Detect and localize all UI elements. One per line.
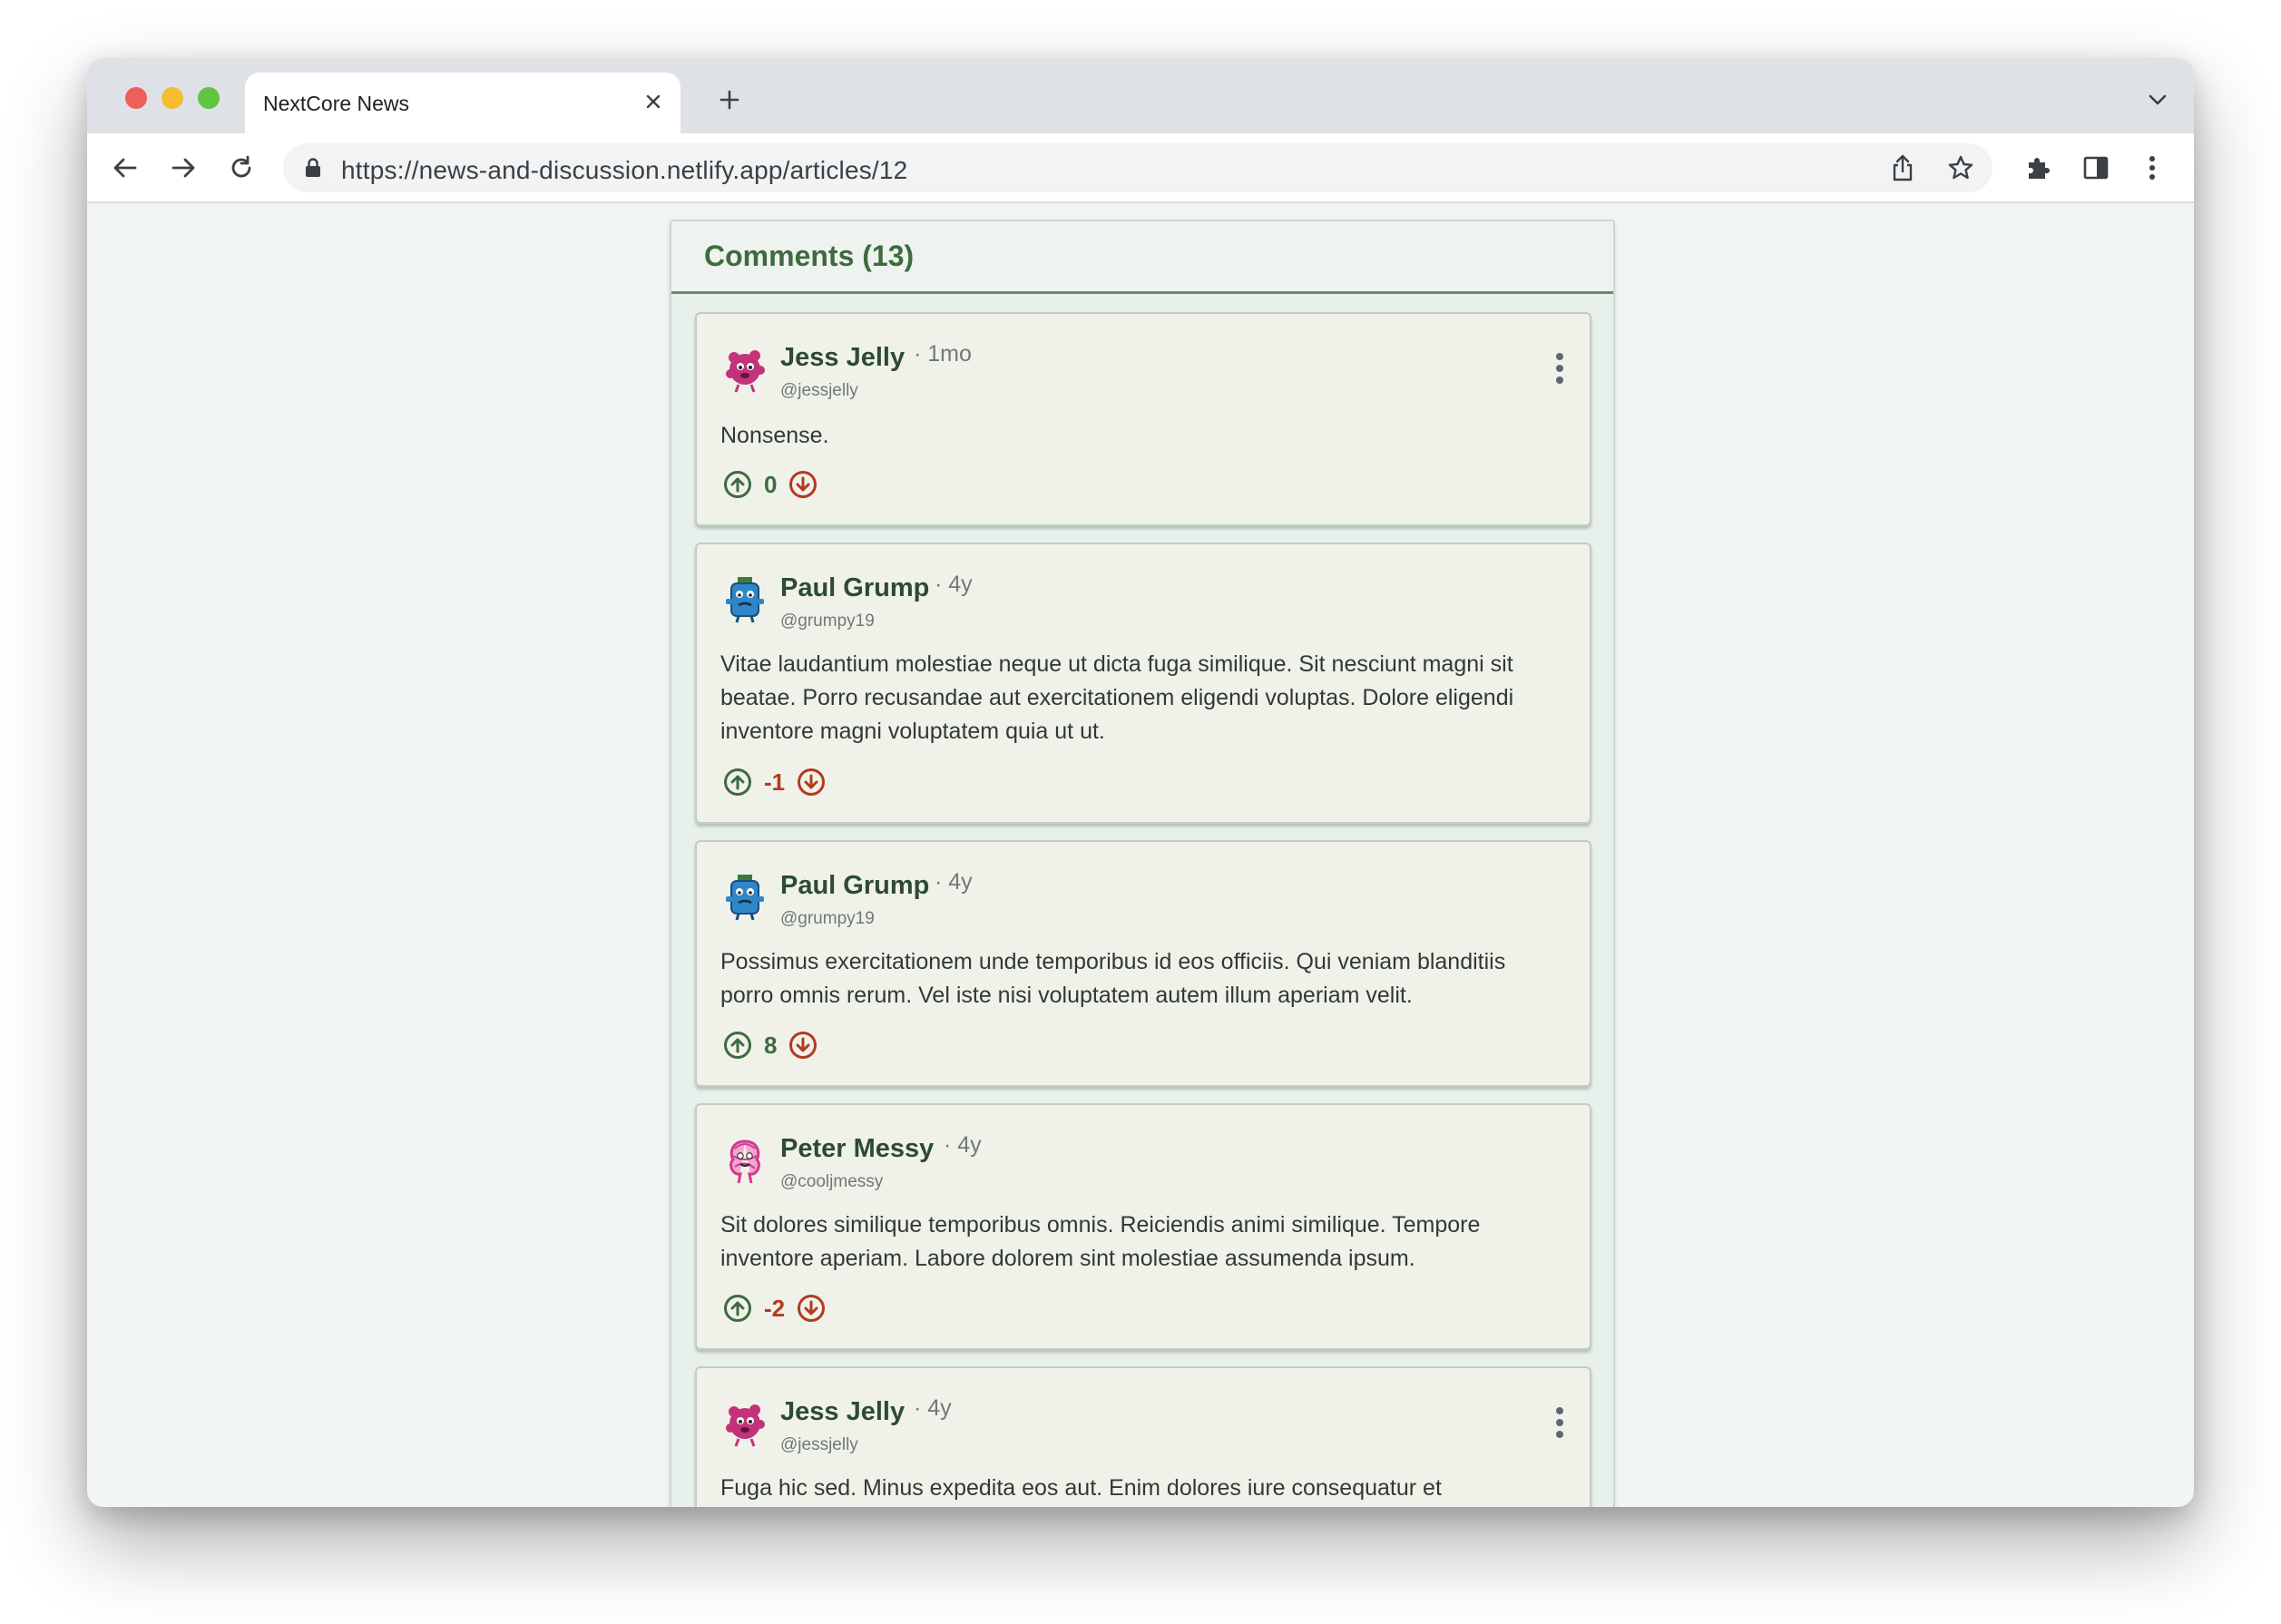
downvote-icon[interactable] [788,1030,818,1061]
vote-score: -1 [764,768,786,796]
browser-toolbar: https://news-and-discussion.netlify.app/… [87,133,2194,203]
tab-close-icon[interactable] [639,87,668,116]
comment-time: · 1mo [914,341,972,367]
back-arrow-icon[interactable] [107,150,143,186]
comment-handle: @cooljmessy [780,1172,884,1191]
vote-score: 0 [764,470,778,498]
tab-strip: NextCore News [87,58,2194,133]
address-bar[interactable]: https://news-and-discussion.netlify.app/… [283,143,1992,192]
comment-card: Jess Jelly · 1mo @jessjelly Nonsense. 0 [695,312,1591,526]
close-window-button[interactable] [125,87,147,109]
comment-handle: @jessjelly [780,1435,858,1454]
side-panel-icon[interactable] [2078,150,2114,186]
blue-character-avatar-icon [726,577,764,623]
comment-author[interactable]: Paul Grump [780,871,929,901]
vote-controls: 8 [722,1029,818,1061]
vote-score: 8 [764,1031,778,1059]
comment-card: Paul Grump · 4y @grumpy19 Vitae laudanti… [695,543,1591,824]
comment-handle: @jessjelly [780,381,858,400]
comment-card: Peter Messy · 4y @cooljmessy Sit dolores… [695,1103,1591,1350]
comment-handle: @grumpy19 [780,611,875,631]
vote-controls: -2 [722,1292,827,1325]
upvote-icon[interactable] [722,767,753,797]
share-icon[interactable] [1885,151,1920,185]
comments-header: Comments (13) [671,221,1613,294]
chevron-down-icon[interactable] [2143,85,2172,114]
new-tab-icon[interactable] [713,83,746,116]
vote-controls: -1 [722,766,827,798]
page-content: Comments (13) Jess Jelly · 1mo @jessjell… [87,203,2194,1507]
downvote-icon[interactable] [796,767,827,797]
upvote-icon[interactable] [722,1030,753,1061]
comment-card: Jess Jelly · 4y @jessjelly Fuga hic sed.… [695,1366,1591,1507]
comment-author[interactable]: Jess Jelly [780,343,905,373]
comment-body: Nonsense. [720,423,829,448]
comment-card: Paul Grump · 4y @grumpy19 Possimus exerc… [695,840,1591,1087]
maximize-window-button[interactable] [198,87,220,109]
pink-character-avatar-icon [726,350,765,393]
comment-handle: @grumpy19 [780,909,875,928]
reload-icon[interactable] [223,150,259,186]
minimize-window-button[interactable] [162,87,183,109]
comment-author[interactable]: Jess Jelly [780,1397,905,1427]
comment-menu-icon[interactable] [1546,348,1573,388]
comment-body: Fuga hic sed. Minus expedita eos aut. En… [720,1475,1442,1501]
comment-body: Vitae laudantium molestiae neque ut dict… [720,651,1514,744]
comment-time: · 4y [914,1395,952,1421]
comments-title: Comments (13) [704,240,915,272]
tab-title: NextCore News [263,92,410,115]
comment-menu-icon[interactable] [1546,1403,1573,1443]
lock-icon [301,156,325,180]
bookmark-star-icon[interactable] [1943,151,1978,185]
extensions-puzzle-icon[interactable] [2020,150,2056,186]
comment-time: · 4y [935,572,973,597]
blue-character-avatar-icon [726,875,764,921]
downvote-icon[interactable] [796,1293,827,1324]
browser-window: NextCore News https://news-and-discussio [87,58,2194,1507]
comments-panel: Comments (13) Jess Jelly · 1mo @jessjell… [670,220,1615,1507]
comment-body: Possimus exercitationem unde temporibus … [720,949,1506,1008]
pink-character-avatar-icon [726,1404,765,1447]
downvote-icon[interactable] [788,469,818,500]
comment-time: · 4y [935,869,973,895]
comment-author[interactable]: Paul Grump [780,573,929,603]
tab-active[interactable]: NextCore News [245,73,680,133]
forward-arrow-icon[interactable] [165,150,201,186]
upvote-icon[interactable] [722,1293,753,1324]
url-text: https://news-and-discussion.netlify.app/… [341,156,908,184]
comment-author[interactable]: Peter Messy [780,1134,934,1164]
upvote-icon[interactable] [722,469,753,500]
scribble-character-avatar-icon [729,1140,760,1184]
vote-score: -2 [764,1294,786,1322]
browser-menu-icon[interactable] [2134,150,2170,186]
comment-body: Sit dolores similique temporibus omnis. … [720,1212,1481,1271]
vote-controls: 0 [722,468,818,501]
comment-time: · 4y [944,1132,982,1158]
